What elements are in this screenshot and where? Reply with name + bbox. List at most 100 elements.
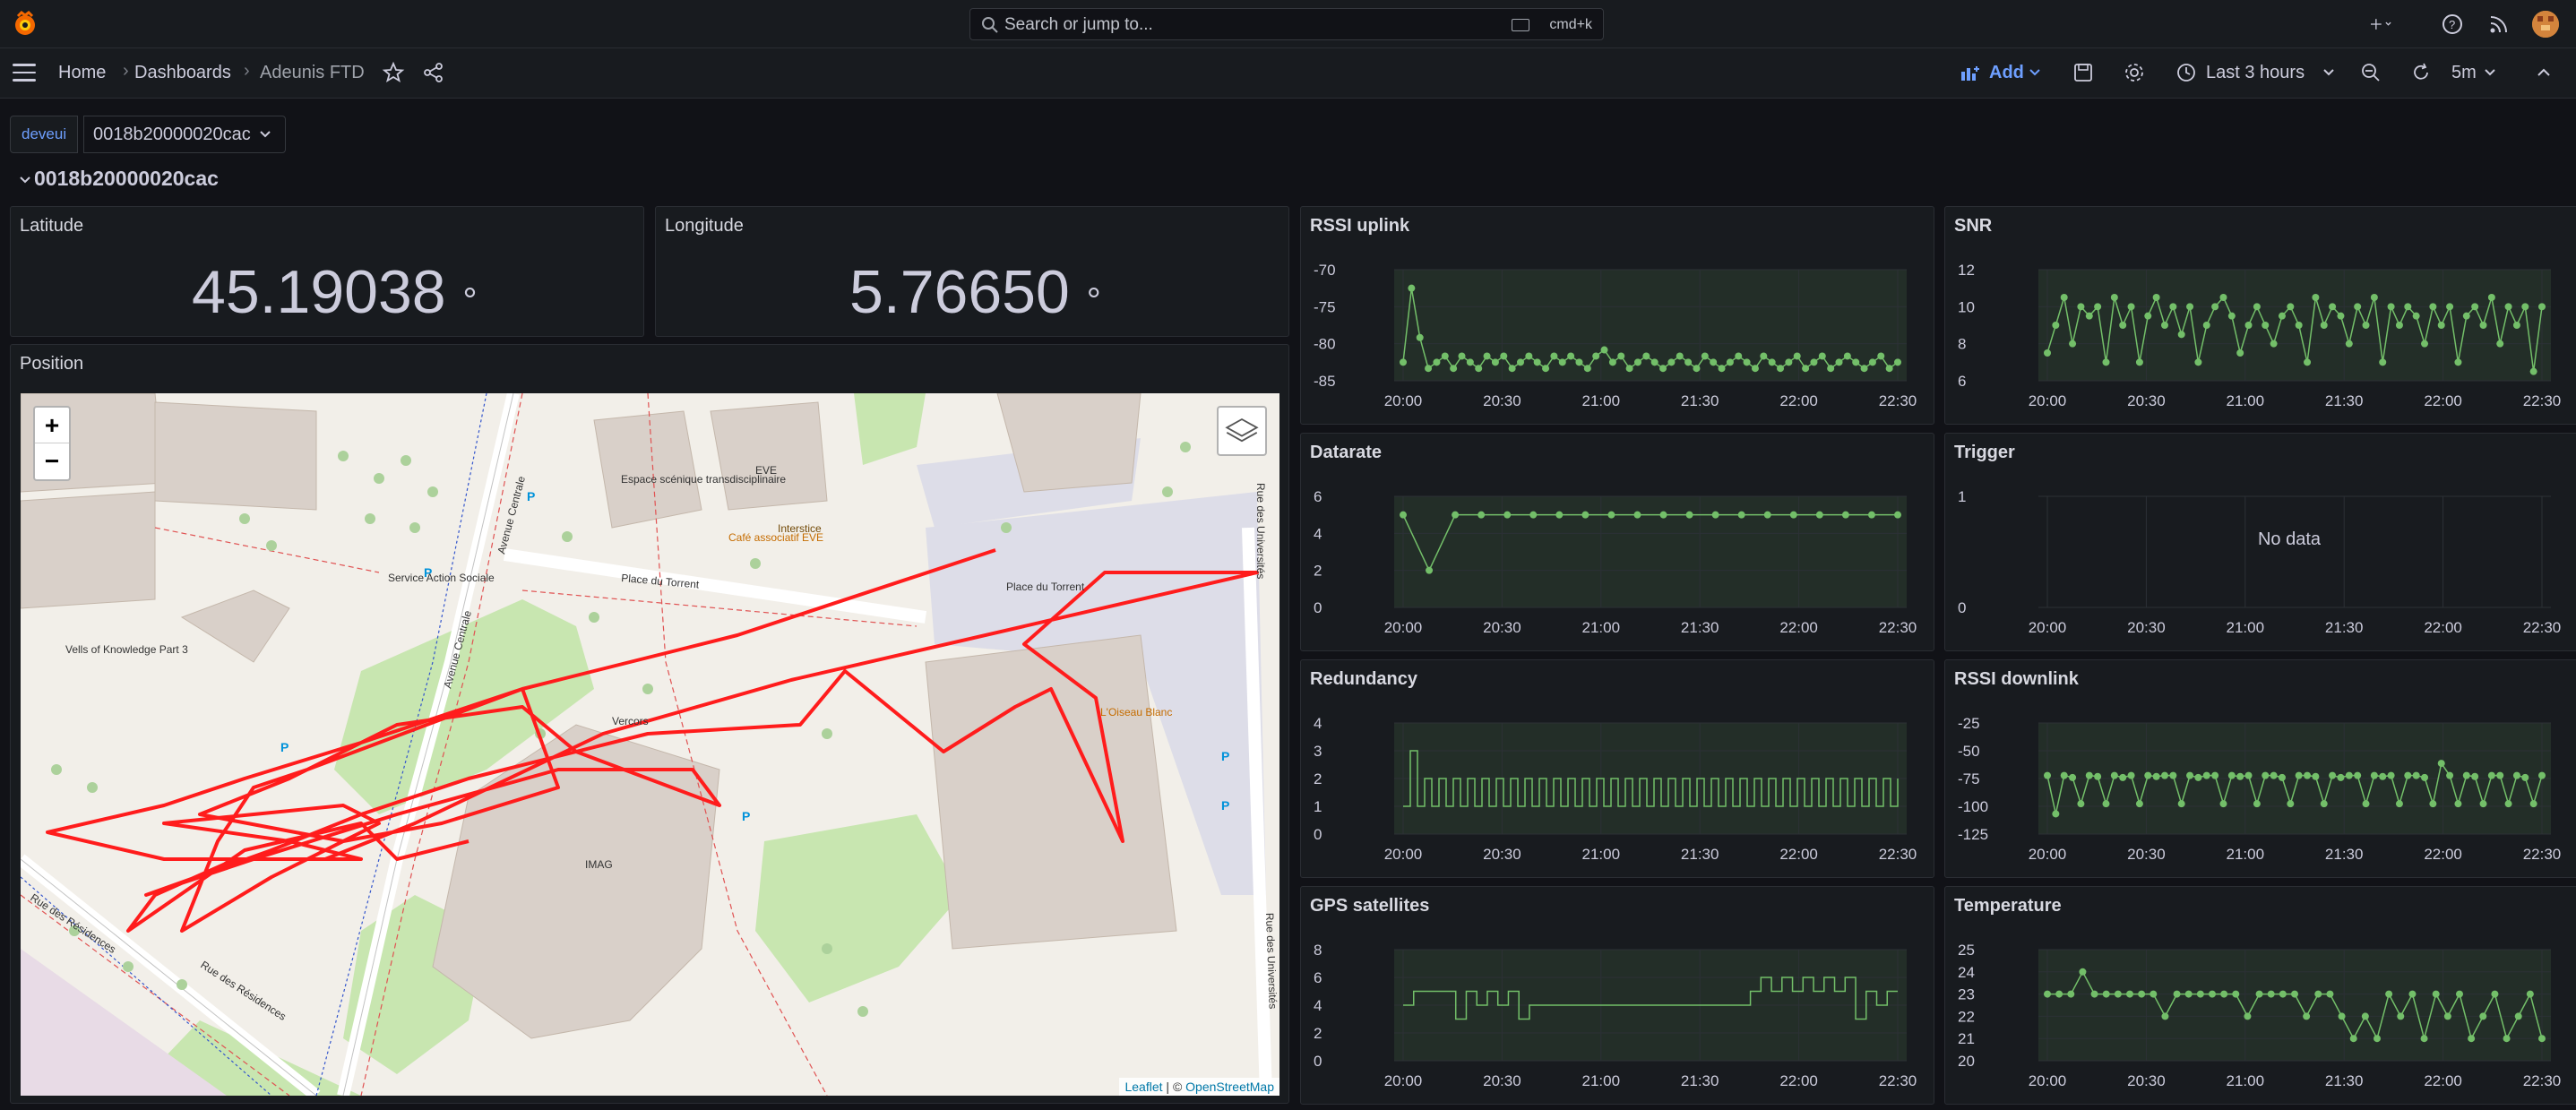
data-point: [2287, 303, 2295, 311]
save-icon[interactable]: [2072, 62, 2094, 83]
data-point: [2186, 303, 2194, 311]
data-point: [1425, 365, 1433, 373]
data-point: [2244, 322, 2253, 329]
x-tick-label: 21:30: [2325, 846, 2364, 863]
chevron-down-icon: [2029, 69, 2040, 76]
data-point: [2529, 800, 2537, 808]
chevron-down-icon: [2485, 69, 2495, 76]
data-point: [2526, 990, 2534, 998]
data-point: [2437, 322, 2445, 329]
map-label: EVE: [755, 464, 777, 477]
chevron-up-icon[interactable]: [2536, 66, 2552, 79]
zoom-in-button[interactable]: +: [35, 408, 69, 443]
refresh-interval-picker[interactable]: 5m: [2451, 63, 2477, 83]
timeseries-chart: 1 0 20:00 20:30 21:00 21:30 22:00 22:30 No data: [1958, 488, 2561, 636]
data-point: [2079, 968, 2087, 976]
map-view[interactable]: Place du Torrent Place du Torrent Espace…: [21, 393, 1279, 1096]
data-point: [2184, 990, 2193, 998]
grafana-logo-icon[interactable]: [13, 11, 38, 38]
x-tick-label: 22:00: [1779, 846, 1818, 863]
leaflet-link[interactable]: Leaflet: [1124, 1080, 1162, 1094]
gps-satellites-panel: GPS satellites 8 6 4 2 0 20:00 20:30 21:00 21:30 2…: [1300, 886, 1934, 1105]
x-tick-label: 22:30: [2523, 1072, 2562, 1089]
data-point: [2160, 322, 2168, 329]
share-icon[interactable]: [422, 61, 445, 84]
data-point: [2370, 294, 2378, 301]
menu-icon[interactable]: [13, 64, 36, 83]
data-point: [1452, 511, 1460, 519]
osm-link[interactable]: OpenStreetMap: [1185, 1080, 1274, 1094]
map-label: Vells of Knowledge Part 3: [65, 643, 188, 656]
svg-text:P: P: [424, 565, 432, 580]
data-point: [1441, 352, 1449, 360]
add-button[interactable]: Add: [1989, 63, 2024, 83]
data-point: [2219, 294, 2227, 301]
refresh-icon[interactable]: [2410, 62, 2432, 83]
data-point: [1835, 358, 1843, 366]
data-point: [1533, 358, 1541, 366]
y-tick-label: 6: [1314, 488, 1322, 505]
help-icon[interactable]: ?: [2441, 13, 2464, 36]
panel-title: Longitude: [665, 216, 744, 236]
data-point: [2446, 771, 2454, 779]
layers-button[interactable]: [1217, 406, 1267, 456]
user-avatar[interactable]: [2532, 11, 2559, 38]
data-point: [2337, 773, 2345, 781]
breadcrumb-home[interactable]: Home: [58, 63, 106, 83]
data-point: [2314, 990, 2322, 998]
data-point: [2262, 771, 2270, 779]
settings-gear-icon[interactable]: [2124, 62, 2145, 83]
row-collapse-chevron-icon[interactable]: [20, 176, 30, 185]
data-point: [1583, 365, 1591, 373]
y-tick-label: 4: [1314, 715, 1322, 732]
variable-select[interactable]: 0018b20000020cac: [83, 116, 286, 153]
svg-text:P: P: [527, 489, 535, 503]
data-point: [1625, 365, 1633, 373]
data-point: [2244, 1012, 2252, 1020]
x-tick-label: 20:30: [2127, 1072, 2166, 1089]
plus-icon[interactable]: [2371, 13, 2394, 36]
zoom-out-icon[interactable]: [2360, 62, 2382, 83]
data-point: [2512, 771, 2520, 779]
data-point: [2160, 771, 2168, 779]
breadcrumb-dashboards[interactable]: Dashboards: [134, 63, 231, 83]
map-label: Interstice: [778, 522, 822, 535]
data-point: [2077, 800, 2085, 808]
timeseries-chart: -70 -75 -80 -85 20:00 20:30 21:00 21:30 22:00 22:…: [1314, 262, 1917, 409]
x-tick-label: 22:30: [1879, 1072, 1917, 1089]
data-point: [1592, 352, 1600, 360]
data-point: [1659, 511, 1667, 519]
search-icon: [982, 17, 998, 33]
data-point: [1841, 511, 1849, 519]
search-input[interactable]: Search or jump to... cmd+k: [969, 8, 1604, 40]
clock-icon: [2177, 64, 2195, 82]
y-tick-label: 1: [1958, 488, 1966, 505]
y-tick-label: -50: [1958, 743, 1980, 760]
data-point: [2127, 771, 2135, 779]
trigger-panel: Trigger 1 0 20:00 20:30 21:00 21:30 22:00 22:30 N…: [1944, 433, 2576, 651]
y-tick-label: 1: [1314, 798, 1322, 815]
row-title[interactable]: 0018b20000020cac: [34, 167, 219, 191]
data-point: [2468, 1035, 2476, 1043]
zoom-out-button[interactable]: −: [35, 443, 69, 479]
data-point: [1542, 365, 1550, 373]
time-range-picker[interactable]: Last 3 hours: [2206, 63, 2305, 83]
data-point: [2119, 773, 2127, 781]
x-tick-label: 22:30: [2523, 846, 2562, 863]
timeseries-chart: 6 4 2 0 20:00 20:30 21:00 21:30 22:00 22:30: [1314, 488, 1917, 636]
timeseries-chart: 25 24 23 22 21 20 20:00 20:30 21:00 21:30 22:00 22:…: [1958, 942, 2562, 1089]
data-point: [1491, 358, 1499, 366]
data-point: [2211, 303, 2219, 311]
star-icon[interactable]: [382, 61, 405, 84]
x-tick-label: 22:00: [1779, 392, 1818, 409]
map-label: IMAG: [585, 858, 613, 871]
data-point: [1777, 365, 1785, 373]
data-point: [1789, 511, 1797, 519]
data-point: [2354, 303, 2362, 311]
rss-news-icon[interactable]: [2487, 13, 2511, 36]
x-tick-label: 20:00: [1384, 392, 1423, 409]
data-point: [2186, 771, 2194, 779]
x-tick-label: 20:00: [1384, 619, 1423, 636]
data-point: [1475, 365, 1483, 373]
temperature-panel: Temperature 25 24 23 22 21 20 20:00 20:30 21:00 21…: [1944, 886, 2576, 1105]
